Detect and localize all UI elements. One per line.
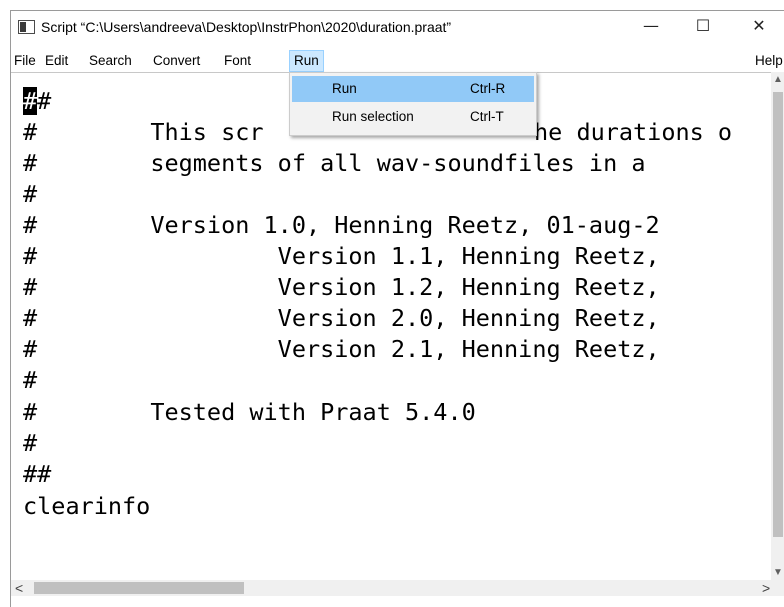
scroll-up-arrow-icon[interactable]: ▲ [773, 74, 783, 85]
code-line: # [23, 366, 38, 394]
menu-font[interactable]: Font [220, 51, 255, 71]
text-cursor: # [23, 87, 38, 115]
praat-script-icon [18, 20, 35, 34]
vertical-scroll-thumb[interactable] [773, 92, 783, 537]
menu-run[interactable]: Run [289, 50, 324, 72]
scroll-right-arrow-icon[interactable]: > [762, 580, 770, 596]
menu-file[interactable]: File [11, 51, 40, 71]
script-editor[interactable]: ## # This scr he durations o # segments … [11, 72, 771, 580]
menu-bar: File Edit Search Convert Font Run Help [11, 48, 784, 72]
menu-item-run-selection[interactable]: Run selection Ctrl-T [292, 104, 534, 130]
code-line: # Version 1.1, Henning Reetz, [23, 242, 660, 270]
code-line: # Version 1.0, Henning Reetz, 01-aug-2 [23, 211, 660, 239]
menu-help[interactable]: Help [751, 51, 784, 71]
code-line: # Tested with Praat 5.4.0 [23, 398, 476, 426]
scroll-left-arrow-icon[interactable]: < [15, 580, 23, 596]
menu-item-shortcut: Ctrl-R [470, 81, 506, 96]
code-line: ## [23, 87, 52, 115]
menu-convert[interactable]: Convert [149, 51, 204, 71]
code-line: ## [23, 460, 52, 488]
code-line: # segments of all wav-soundfiles in a [23, 149, 646, 177]
title-bar: Script “C:\Users\andreeva\Desktop\InstrP… [11, 11, 784, 48]
menu-edit[interactable]: Edit [41, 51, 72, 71]
code-line: # [23, 180, 38, 208]
code-line: clearinfo [23, 492, 151, 520]
menu-search[interactable]: Search [85, 51, 136, 71]
minimize-button[interactable]: — [629, 11, 673, 41]
menu-item-label: Run [332, 81, 357, 96]
window-title: Script “C:\Users\andreeva\Desktop\InstrP… [41, 19, 452, 35]
menu-item-shortcut: Ctrl-T [470, 109, 504, 124]
run-menu-dropdown: Run Ctrl-R Run selection Ctrl-T [289, 72, 537, 136]
code-line: # [23, 429, 38, 457]
menu-item-run[interactable]: Run Ctrl-R [292, 76, 534, 102]
code-line: # This scr [23, 118, 264, 146]
code-line: # Version 1.2, Henning Reetz, [23, 273, 660, 301]
close-button[interactable]: ✕ [737, 11, 781, 41]
code-line: # Version 2.1, Henning Reetz, [23, 335, 660, 363]
scroll-down-arrow-icon[interactable]: ▼ [773, 567, 783, 578]
code-line-tail: he durations o [534, 118, 733, 146]
code-line: # Version 2.0, Henning Reetz, [23, 304, 660, 332]
menu-item-label: Run selection [332, 109, 414, 124]
maximize-button[interactable]: ☐ [681, 11, 725, 41]
horizontal-scrollbar[interactable]: < > [11, 580, 784, 596]
horizontal-scroll-thumb[interactable] [34, 582, 244, 594]
status-bar [11, 596, 784, 607]
vertical-scrollbar[interactable]: ▲ ▼ [771, 72, 784, 580]
